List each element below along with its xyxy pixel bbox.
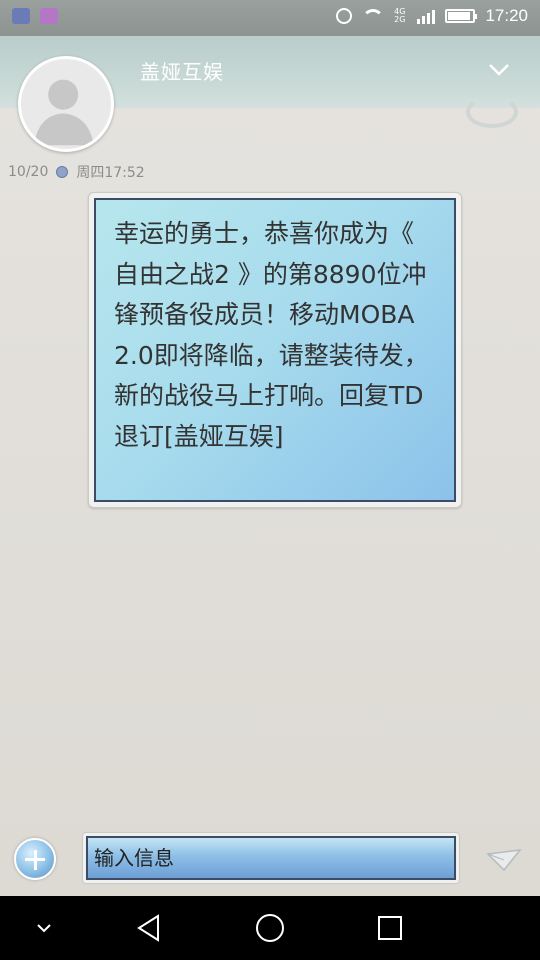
status-right-icons: 4G 2G 17:20 — [336, 6, 528, 26]
recents-icon[interactable] — [374, 912, 406, 944]
gallery-icon — [40, 8, 58, 24]
status-bar: 4G 2G 17:20 — [0, 0, 540, 36]
message-time: 周四17:52 — [76, 165, 145, 181]
hide-keyboard-icon[interactable] — [28, 912, 60, 944]
home-icon[interactable] — [254, 912, 286, 944]
battery-fill — [448, 12, 471, 20]
send-icon[interactable] — [486, 846, 522, 872]
battery-icon — [445, 9, 478, 23]
notification-app-icon — [12, 8, 30, 24]
decorative-ring — [466, 96, 518, 128]
message-body: 幸运的勇士，恭喜你成为《 自由之战2 》的第8890位冲锋预备役成员！移动MOB… — [114, 219, 429, 451]
contact-name[interactable]: 盖娅互娱 — [140, 56, 224, 85]
add-icon[interactable] — [14, 838, 56, 880]
message-date: 10/20 — [8, 164, 49, 180]
signal-icon — [417, 8, 436, 24]
sim-card-icon — [56, 166, 69, 178]
contact-avatar[interactable] — [18, 56, 114, 152]
network-bottom-label: 2G — [394, 15, 406, 24]
status-time: 17:20 — [485, 6, 528, 25]
message-timestamp: 10/20 周四17:52 — [8, 162, 145, 182]
message-bubble[interactable]: 幸运的勇士，恭喜你成为《 自由之战2 》的第8890位冲锋预备役成员！移动MOB… — [94, 198, 456, 502]
navigation-bar — [0, 896, 540, 960]
back-icon[interactable] — [134, 912, 166, 944]
default-avatar-icon — [34, 79, 95, 146]
chevron-down-icon[interactable] — [488, 58, 510, 80]
message-input[interactable]: 输入信息 — [86, 836, 456, 880]
network-type-label: 4G 2G — [394, 8, 405, 24]
wifi-icon — [362, 9, 385, 23]
status-left-icons — [12, 8, 58, 24]
alarm-icon — [336, 8, 353, 24]
